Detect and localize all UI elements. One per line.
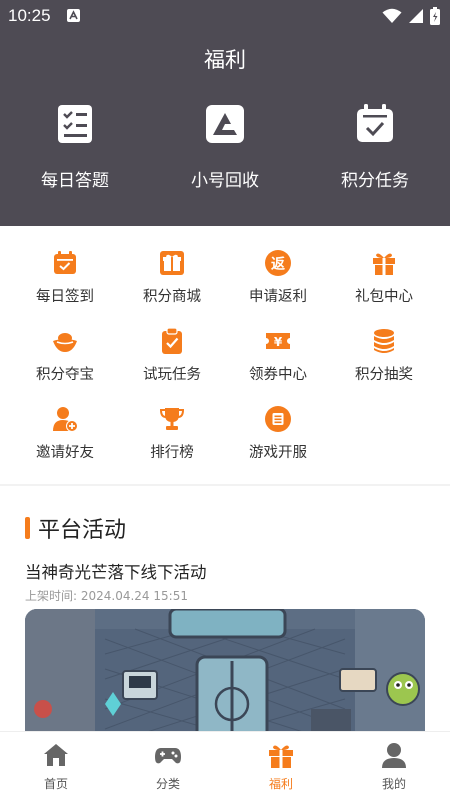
leaderboard-button[interactable]: 排行榜	[116, 405, 228, 462]
alt-account-recycle-label: 小号回收	[191, 171, 259, 191]
invite-friends-label: 邀请好友	[36, 445, 94, 461]
apply-rebate-button[interactable]: 返 申请返利	[222, 249, 334, 306]
rebate-icon: 返	[264, 249, 292, 277]
points-lottery-button[interactable]: 积分抽奖	[328, 327, 440, 384]
clipboard-check-icon	[158, 327, 186, 355]
status-time: 10:25	[8, 6, 51, 25]
points-lottery-label: 积分抽奖	[355, 367, 413, 383]
battery-icon	[430, 7, 440, 25]
tab-category-label: 分类	[155, 777, 180, 791]
section-accent-bar	[25, 517, 30, 539]
alt-account-recycle-button[interactable]: 小号回收	[150, 100, 300, 191]
quiz-list-icon	[53, 102, 97, 146]
coupon-center-label: 领券中心	[249, 367, 307, 383]
points-task-button[interactable]: 积分任务	[300, 100, 450, 191]
gift-box-icon	[158, 249, 186, 277]
activity-banner-image[interactable]	[25, 609, 425, 739]
svg-text:返: 返	[271, 256, 285, 273]
wifi-icon	[382, 8, 402, 23]
status-bar: 10:25	[0, 0, 450, 32]
trial-task-label: 试玩任务	[143, 367, 201, 383]
tab-profile[interactable]: 我的	[338, 732, 450, 792]
section-divider	[0, 484, 450, 486]
calendar-check-icon	[353, 102, 397, 146]
gift-icon	[267, 741, 295, 769]
server-icon	[264, 405, 292, 433]
tab-profile-label: 我的	[381, 777, 406, 791]
coin-stack-icon	[370, 327, 398, 355]
tab-welfare[interactable]: 福利	[225, 732, 337, 792]
home-icon	[42, 741, 70, 769]
apply-rebate-label: 申请返利	[249, 289, 307, 305]
page-title: 福利	[204, 48, 246, 72]
notification-a-icon	[67, 9, 80, 22]
gamepad-icon	[154, 741, 182, 769]
activity-title[interactable]: 当神奇光芒落下线下活动	[25, 559, 207, 583]
tab-category[interactable]: 分类	[112, 732, 224, 792]
points-mall-label: 积分商城	[143, 289, 201, 305]
treasure-ingot-icon	[51, 327, 79, 355]
svg-text:¥: ¥	[274, 335, 283, 349]
coupon-center-button[interactable]: ¥ 领券中心	[222, 327, 334, 384]
daily-quiz-button[interactable]: 每日答题	[0, 100, 150, 191]
coupon-icon: ¥	[264, 327, 292, 355]
status-icons	[382, 7, 440, 25]
bottom-tab-bar: 首页 分类 福利 我的	[0, 731, 450, 801]
checkin-calendar-icon	[51, 249, 79, 277]
daily-quiz-label: 每日答题	[41, 171, 109, 191]
trophy-icon	[158, 405, 186, 433]
header: 10:25 福利 每日答题 小号回收 积分任务	[0, 0, 450, 226]
tab-home[interactable]: 首页	[0, 732, 112, 792]
points-task-label: 积分任务	[341, 171, 409, 191]
recycle-triangle-icon	[203, 102, 247, 146]
leaderboard-label: 排行榜	[150, 445, 194, 461]
invite-friends-button[interactable]: 邀请好友	[9, 405, 121, 462]
points-mall-button[interactable]: 积分商城	[116, 249, 228, 306]
gift-center-label: 礼包中心	[355, 289, 413, 305]
daily-checkin-button[interactable]: 每日签到	[9, 249, 121, 306]
points-treasure-label: 积分夺宝	[36, 367, 94, 383]
invite-user-icon	[51, 405, 79, 433]
game-server-open-label: 游戏开服	[249, 445, 307, 461]
signal-icon	[409, 9, 423, 23]
activity-publish-time: 上架时间: 2024.04.24 15:51	[25, 589, 188, 603]
trial-task-button[interactable]: 试玩任务	[116, 327, 228, 384]
points-treasure-button[interactable]: 积分夺宝	[9, 327, 121, 384]
top-shortcuts: 每日答题 小号回收 积分任务	[0, 100, 450, 200]
tab-home-label: 首页	[43, 777, 68, 791]
welfare-grid: 每日签到 积分商城 返 申请返利 礼包中心 积分夺宝 试玩任务 ¥ 领券中心 积…	[0, 226, 450, 484]
gift-icon	[370, 249, 398, 277]
gift-center-button[interactable]: 礼包中心	[328, 249, 440, 306]
user-icon	[380, 741, 408, 769]
game-server-open-button[interactable]: 游戏开服	[222, 405, 334, 462]
platform-activity-heading: 平台活动	[38, 518, 127, 543]
tab-welfare-label: 福利	[268, 777, 293, 791]
daily-checkin-label: 每日签到	[36, 289, 94, 305]
